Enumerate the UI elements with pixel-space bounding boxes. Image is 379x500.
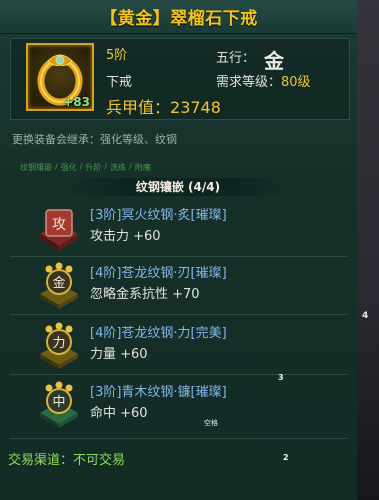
gem-row[interactable]: 攻 [3阶]冥火纹钢·炙[璀璨] 攻击力 +60 xyxy=(0,204,358,256)
gem-stat: 力量 +60 xyxy=(90,347,148,362)
power-label: 兵甲值： xyxy=(106,98,171,117)
gem-name: [3阶]冥火纹钢·炙[璀璨] xyxy=(90,208,227,223)
tab-upgrade[interactable]: 升阶 xyxy=(85,162,101,173)
gem-attack-icon: 攻 xyxy=(40,209,78,251)
power-value: 兵甲值：23748 xyxy=(106,94,221,118)
gem-glyph: 金 xyxy=(52,275,65,291)
req-level-value: 80级 xyxy=(281,75,311,90)
marker-2: 2 xyxy=(283,453,289,462)
tab-strengthen[interactable]: 强化 xyxy=(61,162,77,173)
item-slot: 下戒 xyxy=(106,75,133,90)
gem-glyph: 攻 xyxy=(52,217,66,233)
gem-metal-icon: 金 xyxy=(40,262,78,309)
gem-row[interactable]: 中 [3阶]青木纹钢·镰[璀璨] 命中 +60 xyxy=(0,381,358,433)
item-stage: 5阶 xyxy=(106,48,128,63)
item-title: 【黄金】翠榴石下戒 xyxy=(100,9,258,29)
divider xyxy=(10,374,348,375)
power-number: 23748 xyxy=(170,98,221,117)
tab-sep: / xyxy=(129,162,132,171)
title-bar: 【黄金】翠榴石下戒 xyxy=(0,0,358,34)
gem-row[interactable]: 金 [4阶]苍龙纹钢·刃[璀璨] 忽略金系抗性 +70 xyxy=(0,262,358,314)
divider xyxy=(10,256,348,257)
gem-name: [4阶]苍龙纹钢·力[完美] xyxy=(90,326,227,341)
gem-stat: 忽略金系抗性 +70 xyxy=(90,287,200,302)
item-tooltip-panel: 【黄金】翠榴石下戒 +83 5阶 下戒 五行： 金 需求等级：80级 兵甲值：2… xyxy=(0,0,358,500)
divider xyxy=(10,314,348,315)
inherit-note: 更换装备会继承：强化等级、纹钢 xyxy=(12,133,177,146)
gem-row[interactable]: 力 [4阶]苍龙纹钢·力[完美] 力量 +60 xyxy=(0,322,358,374)
trade-channel: 交易渠道：不可交易 xyxy=(8,453,126,468)
gem-hit-icon: 中 xyxy=(40,381,78,428)
right-scroll-strip[interactable]: 4 xyxy=(357,0,379,500)
enhance-level: +83 xyxy=(63,95,90,109)
tab-refine[interactable]: 洗练 xyxy=(110,162,126,173)
divider xyxy=(10,438,348,439)
gem-strength-icon: 力 xyxy=(40,322,78,369)
gem-glyph: 力 xyxy=(52,336,65,351)
element-label: 五行： xyxy=(216,51,256,66)
marker-3: 3 xyxy=(278,373,284,382)
gem-name: [4阶]苍龙纹钢·刃[璀璨] xyxy=(90,266,227,281)
tab-enchant[interactable]: 附魔 xyxy=(135,162,151,173)
gem-name: [3阶]青木纹钢·镰[璀璨] xyxy=(90,385,227,400)
marker-4: 4 xyxy=(362,311,369,321)
gem-stat: 命中 +60 xyxy=(90,406,148,421)
enhance-tabs: 纹钢镶嵌 / 强化 / 升阶 / 洗练 / 附魔 xyxy=(20,162,151,173)
ring-item-icon[interactable]: +83 xyxy=(26,43,94,111)
marker-small: 空格 xyxy=(204,419,218,427)
element-metal-icon: 金 xyxy=(264,49,284,73)
req-level-text: 需求等级： xyxy=(216,75,282,90)
inlay-section-title: 纹钢镶嵌 (4/4) xyxy=(60,178,296,196)
gem-glyph: 中 xyxy=(52,395,65,410)
tab-sep: / xyxy=(55,162,58,171)
req-level-label: 需求等级：80级 xyxy=(216,71,311,90)
tab-sep: / xyxy=(79,162,83,171)
tab-sep: / xyxy=(104,162,108,171)
gem-stat: 攻击力 +60 xyxy=(90,229,161,244)
tab-inlay[interactable]: 纹钢镶嵌 xyxy=(20,162,52,173)
